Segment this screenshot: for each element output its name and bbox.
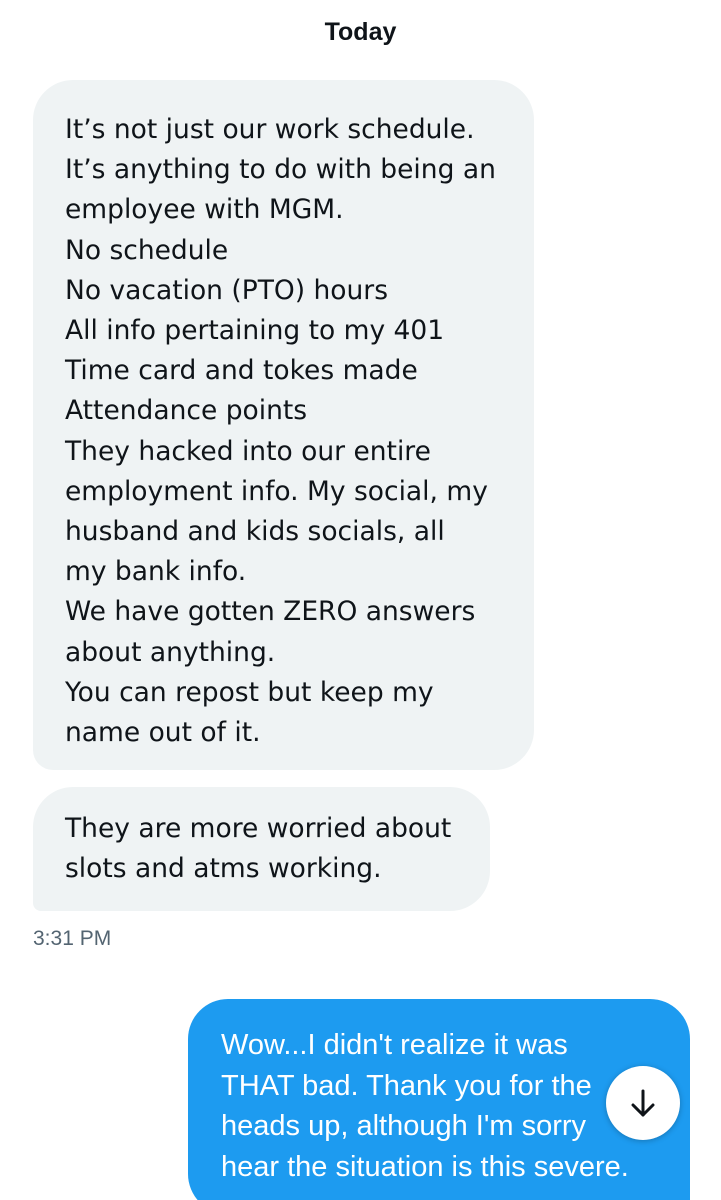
incoming-message-bubble[interactable]: They are more worried about slots and at… (33, 787, 490, 911)
message-line: It’s not just our work schedule. (65, 114, 475, 145)
message-line: We have gotten ZERO answers (65, 596, 476, 628)
message-line: They are more worried about (65, 813, 452, 844)
message-line: husband and kids socials, all (65, 516, 445, 548)
message-line: Wow...I didn't realize it was (221, 1029, 568, 1061)
message-line: They hacked into our entire (65, 435, 431, 467)
message-line: name out of it. (65, 717, 261, 749)
message-line: No schedule (65, 234, 229, 266)
message-line: All info pertaining to my 401 (65, 315, 445, 347)
message-line: employee with MGM. (65, 194, 344, 226)
date-header: Today (324, 18, 397, 46)
message-line: about anything. (65, 636, 276, 668)
message-line: Time card and tokes made (65, 355, 418, 387)
message-line: hear the situation is this severe. (221, 1150, 629, 1183)
message-line: slots and atms working. (65, 853, 382, 885)
scroll-to-bottom-button[interactable] (606, 1066, 680, 1140)
message-line: You can repost but keep my (65, 676, 434, 708)
message-line: my bank info. (65, 556, 247, 588)
dm-conversation: Today It’s not just our work schedule. I… (0, 0, 721, 1200)
message-line: Attendance points (65, 395, 308, 427)
arrow-down-icon (631, 1089, 655, 1117)
message-timestamp: 3:31 PM (33, 927, 112, 950)
message-line: employment info. My social, my (65, 475, 488, 507)
message-line: No vacation (PTO) hours (65, 274, 389, 306)
message-line: It’s anything to do with being an (65, 154, 496, 186)
incoming-message-bubble[interactable]: It’s not just our work schedule. It’s an… (33, 80, 534, 770)
